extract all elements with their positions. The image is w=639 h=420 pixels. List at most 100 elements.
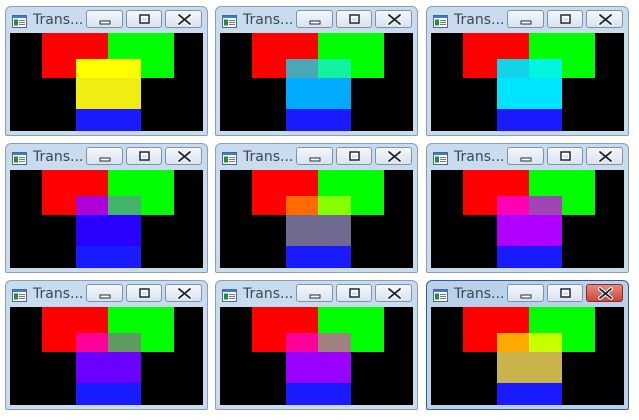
maximize-button[interactable]	[126, 10, 162, 28]
client-area	[220, 33, 413, 131]
close-button[interactable]	[375, 10, 412, 28]
minimize-button[interactable]	[507, 10, 544, 28]
overlay-left-region	[286, 59, 318, 78]
transparency-window-5[interactable]: Trans...	[215, 143, 418, 273]
title-bar[interactable]: Trans...	[216, 281, 417, 307]
close-button[interactable]	[586, 284, 623, 302]
app-window-icon	[222, 287, 237, 302]
transparency-window-6[interactable]: Trans...	[426, 143, 629, 273]
app-window-icon	[433, 13, 448, 28]
close-button[interactable]	[165, 10, 202, 28]
client-area	[431, 307, 624, 405]
app-window-icon	[222, 13, 237, 28]
overlay-left-region	[76, 59, 108, 78]
title-bar[interactable]: Trans...	[6, 7, 207, 33]
overlay-left-region	[497, 59, 529, 78]
window-title: Trans...	[243, 149, 294, 165]
title-bar[interactable]: Trans...	[6, 144, 207, 170]
maximize-button[interactable]	[126, 284, 162, 302]
client-area	[220, 307, 413, 405]
overlay-left-region	[497, 196, 529, 215]
overlay-bottom-region	[497, 383, 562, 405]
overlay-middle-region	[286, 78, 351, 109]
maximize-button[interactable]	[547, 284, 583, 302]
close-button[interactable]	[375, 147, 412, 165]
overlay-right-region	[318, 196, 351, 215]
transparency-window-2[interactable]: Trans...	[215, 6, 418, 136]
close-button[interactable]	[165, 147, 202, 165]
close-button[interactable]	[375, 284, 412, 302]
title-bar[interactable]: Trans...	[427, 144, 628, 170]
transparency-window-7[interactable]: Trans...	[5, 280, 208, 410]
transparency-window-4[interactable]: Trans...	[5, 143, 208, 273]
overlay-right-region	[529, 196, 562, 215]
app-window-icon	[433, 150, 448, 165]
title-bar[interactable]: Trans...	[216, 7, 417, 33]
maximize-button[interactable]	[126, 147, 162, 165]
close-button[interactable]	[586, 10, 623, 28]
title-bar[interactable]: Trans...	[427, 281, 628, 307]
overlay-left-region	[76, 196, 108, 215]
minimize-button[interactable]	[296, 10, 333, 28]
transparency-window-9[interactable]: Trans...	[426, 280, 629, 410]
minimize-button[interactable]	[296, 284, 333, 302]
overlay-bottom-region	[497, 246, 562, 268]
title-bar[interactable]: Trans...	[6, 281, 207, 307]
client-area	[10, 307, 203, 405]
minimize-button[interactable]	[507, 147, 544, 165]
minimize-button[interactable]	[86, 284, 123, 302]
transparency-window-1[interactable]: Trans...	[5, 6, 208, 136]
overlay-right-region	[318, 59, 351, 78]
window-title: Trans...	[454, 149, 505, 165]
overlay-middle-region	[76, 352, 141, 383]
overlay-left-region	[286, 196, 318, 215]
overlay-right-region	[318, 333, 351, 352]
overlay-middle-region	[497, 215, 562, 246]
minimize-button[interactable]	[507, 284, 544, 302]
title-bar[interactable]: Trans...	[216, 144, 417, 170]
overlay-bottom-region	[76, 383, 141, 405]
overlay-right-region	[108, 59, 141, 78]
client-area	[431, 33, 624, 131]
window-title: Trans...	[33, 149, 84, 165]
window-title: Trans...	[454, 286, 505, 302]
overlay-right-region	[108, 196, 141, 215]
close-button[interactable]	[165, 284, 202, 302]
overlay-middle-region	[76, 215, 141, 246]
window-title: Trans...	[243, 286, 294, 302]
minimize-button[interactable]	[86, 10, 123, 28]
app-window-icon	[12, 287, 27, 302]
window-title: Trans...	[243, 12, 294, 28]
minimize-button[interactable]	[86, 147, 123, 165]
overlay-right-region	[108, 333, 141, 352]
maximize-button[interactable]	[547, 147, 583, 165]
title-bar[interactable]: Trans...	[427, 7, 628, 33]
maximize-button[interactable]	[547, 10, 583, 28]
overlay-right-region	[529, 59, 562, 78]
overlay-middle-region	[286, 215, 351, 246]
window-title: Trans...	[33, 286, 84, 302]
overlay-middle-region	[76, 78, 141, 109]
overlay-bottom-region	[497, 109, 562, 131]
maximize-button[interactable]	[336, 147, 372, 165]
overlay-bottom-region	[76, 109, 141, 131]
app-window-icon	[12, 13, 27, 28]
overlay-middle-region	[497, 352, 562, 383]
transparency-window-8[interactable]: Trans...	[215, 280, 418, 410]
overlay-left-region	[76, 333, 108, 352]
overlay-left-region	[286, 333, 318, 352]
overlay-middle-region	[497, 78, 562, 109]
overlay-bottom-region	[286, 383, 351, 405]
client-area	[220, 170, 413, 268]
overlay-bottom-region	[76, 246, 141, 268]
maximize-button[interactable]	[336, 284, 372, 302]
transparency-window-3[interactable]: Trans...	[426, 6, 629, 136]
overlay-middle-region	[286, 352, 351, 383]
app-window-icon	[12, 150, 27, 165]
close-button[interactable]	[586, 147, 623, 165]
client-area	[431, 170, 624, 268]
maximize-button[interactable]	[336, 10, 372, 28]
overlay-bottom-region	[286, 109, 351, 131]
minimize-button[interactable]	[296, 147, 333, 165]
overlay-right-region	[529, 333, 562, 352]
